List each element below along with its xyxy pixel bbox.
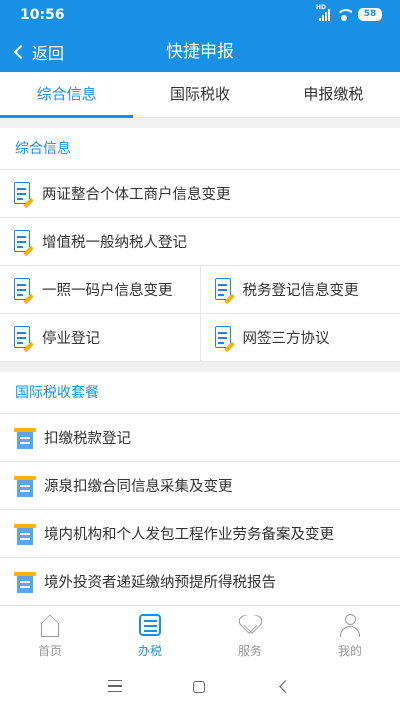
signal-icon: HD	[316, 4, 330, 21]
package-document-icon	[14, 474, 36, 498]
grid-item-label: 网签三方协议	[242, 331, 330, 347]
bottom-nav-label: 首页	[37, 644, 62, 658]
bottom-nav-mine[interactable]: 我的	[300, 606, 400, 663]
system-nav-bar	[0, 663, 400, 711]
grid-item-label: 税务登记信息变更	[242, 283, 359, 299]
list-item-label: 扣缴税款登记	[44, 431, 131, 447]
wifi-icon	[336, 8, 352, 21]
list-item-withholding-registration[interactable]: 扣缴税款登记	[0, 414, 400, 462]
back-label: 返回	[32, 44, 65, 63]
document-edit-icon	[14, 325, 34, 352]
grid-row: 停业登记 网签三方协议	[0, 314, 400, 362]
heart-icon	[237, 613, 263, 639]
status-time: 10:56	[20, 7, 65, 23]
bottom-nav-home[interactable]: 首页	[0, 606, 100, 663]
bottom-nav-service[interactable]: 服务	[200, 606, 300, 663]
grid-item-tax-registration-change[interactable]: 税务登记信息变更	[199, 266, 400, 313]
user-icon	[337, 613, 363, 639]
tab-declare-pay-tax[interactable]: 申报缴税	[267, 72, 400, 117]
list-item-vat-registration[interactable]: 增值税一般纳税人登记	[0, 218, 400, 266]
bottom-nav-label: 服务	[237, 644, 262, 658]
grid-item-suspension-registration[interactable]: 停业登记	[0, 314, 200, 361]
list-item-business-info-change[interactable]: 两证整合个体工商户信息变更	[0, 170, 400, 218]
package-document-icon	[14, 426, 36, 450]
package-document-icon	[14, 522, 36, 546]
home-icon	[37, 613, 63, 639]
section-title-international: 国际税收套餐	[0, 372, 400, 414]
back-button[interactable]: 返回	[10, 32, 64, 72]
back-triangle-icon[interactable]	[279, 680, 292, 693]
chevron-left-icon	[13, 44, 29, 60]
list-icon	[137, 613, 163, 639]
grid-row: 一照一码户信息变更 税务登记信息变更	[0, 266, 400, 314]
list-item-label: 源泉扣缴合同信息采集及变更	[44, 479, 233, 495]
tab-general-info[interactable]: 综合信息	[0, 72, 134, 118]
list-item-source-withholding-contract[interactable]: 源泉扣缴合同信息采集及变更	[0, 462, 400, 510]
battery-icon: 58	[358, 8, 382, 21]
package-document-icon	[14, 570, 36, 594]
bottom-nav-label: 我的	[337, 644, 362, 658]
network-label: HD	[316, 3, 327, 11]
menu-icon[interactable]	[108, 680, 122, 692]
grid-item-tripartite-agreement[interactable]: 网签三方协议	[199, 314, 400, 361]
list-item-label: 境内机构和个人发包工程作业劳务备案及变更	[44, 527, 334, 543]
document-edit-icon	[14, 181, 34, 208]
tab-bar: 综合信息 国际税收 申报缴税	[0, 72, 400, 118]
grid-item-license-info-change[interactable]: 一照一码户信息变更	[0, 266, 200, 313]
document-edit-icon	[14, 229, 34, 256]
grid-item-label: 一照一码户信息变更	[42, 283, 173, 299]
list-item-deferred-tax-report[interactable]: 境外投资者递延缴纳预提所得税报告	[0, 558, 400, 605]
bottom-nav-label: 办税	[137, 644, 162, 658]
app-header: 返回 快捷申报	[0, 32, 400, 72]
document-edit-icon	[14, 277, 34, 304]
status-bar: 10:56 HD 58	[0, 0, 400, 32]
list-item-contract-project-filing[interactable]: 境内机构和个人发包工程作业劳务备案及变更	[0, 510, 400, 558]
list-item-label: 两证整合个体工商户信息变更	[42, 187, 231, 203]
bottom-nav: 首页 办税 服务 我的	[0, 605, 400, 663]
document-edit-icon	[214, 325, 235, 352]
tab-international-tax[interactable]: 国际税收	[133, 72, 266, 117]
bottom-nav-tax[interactable]: 办税	[100, 606, 200, 663]
list-item-label: 增值税一般纳税人登记	[42, 235, 187, 251]
status-icons: HD 58	[316, 4, 382, 21]
list-item-label: 境外投资者递延缴纳预提所得税报告	[44, 575, 276, 591]
grid-item-label: 停业登记	[42, 331, 100, 347]
document-edit-icon	[214, 277, 235, 304]
content-area: 综合信息 两证整合个体工商户信息变更 增值税一般纳税人登记 一照一码户信息变更 …	[0, 118, 400, 605]
section-title-general: 综合信息	[0, 128, 400, 170]
home-square-icon[interactable]	[193, 681, 205, 693]
